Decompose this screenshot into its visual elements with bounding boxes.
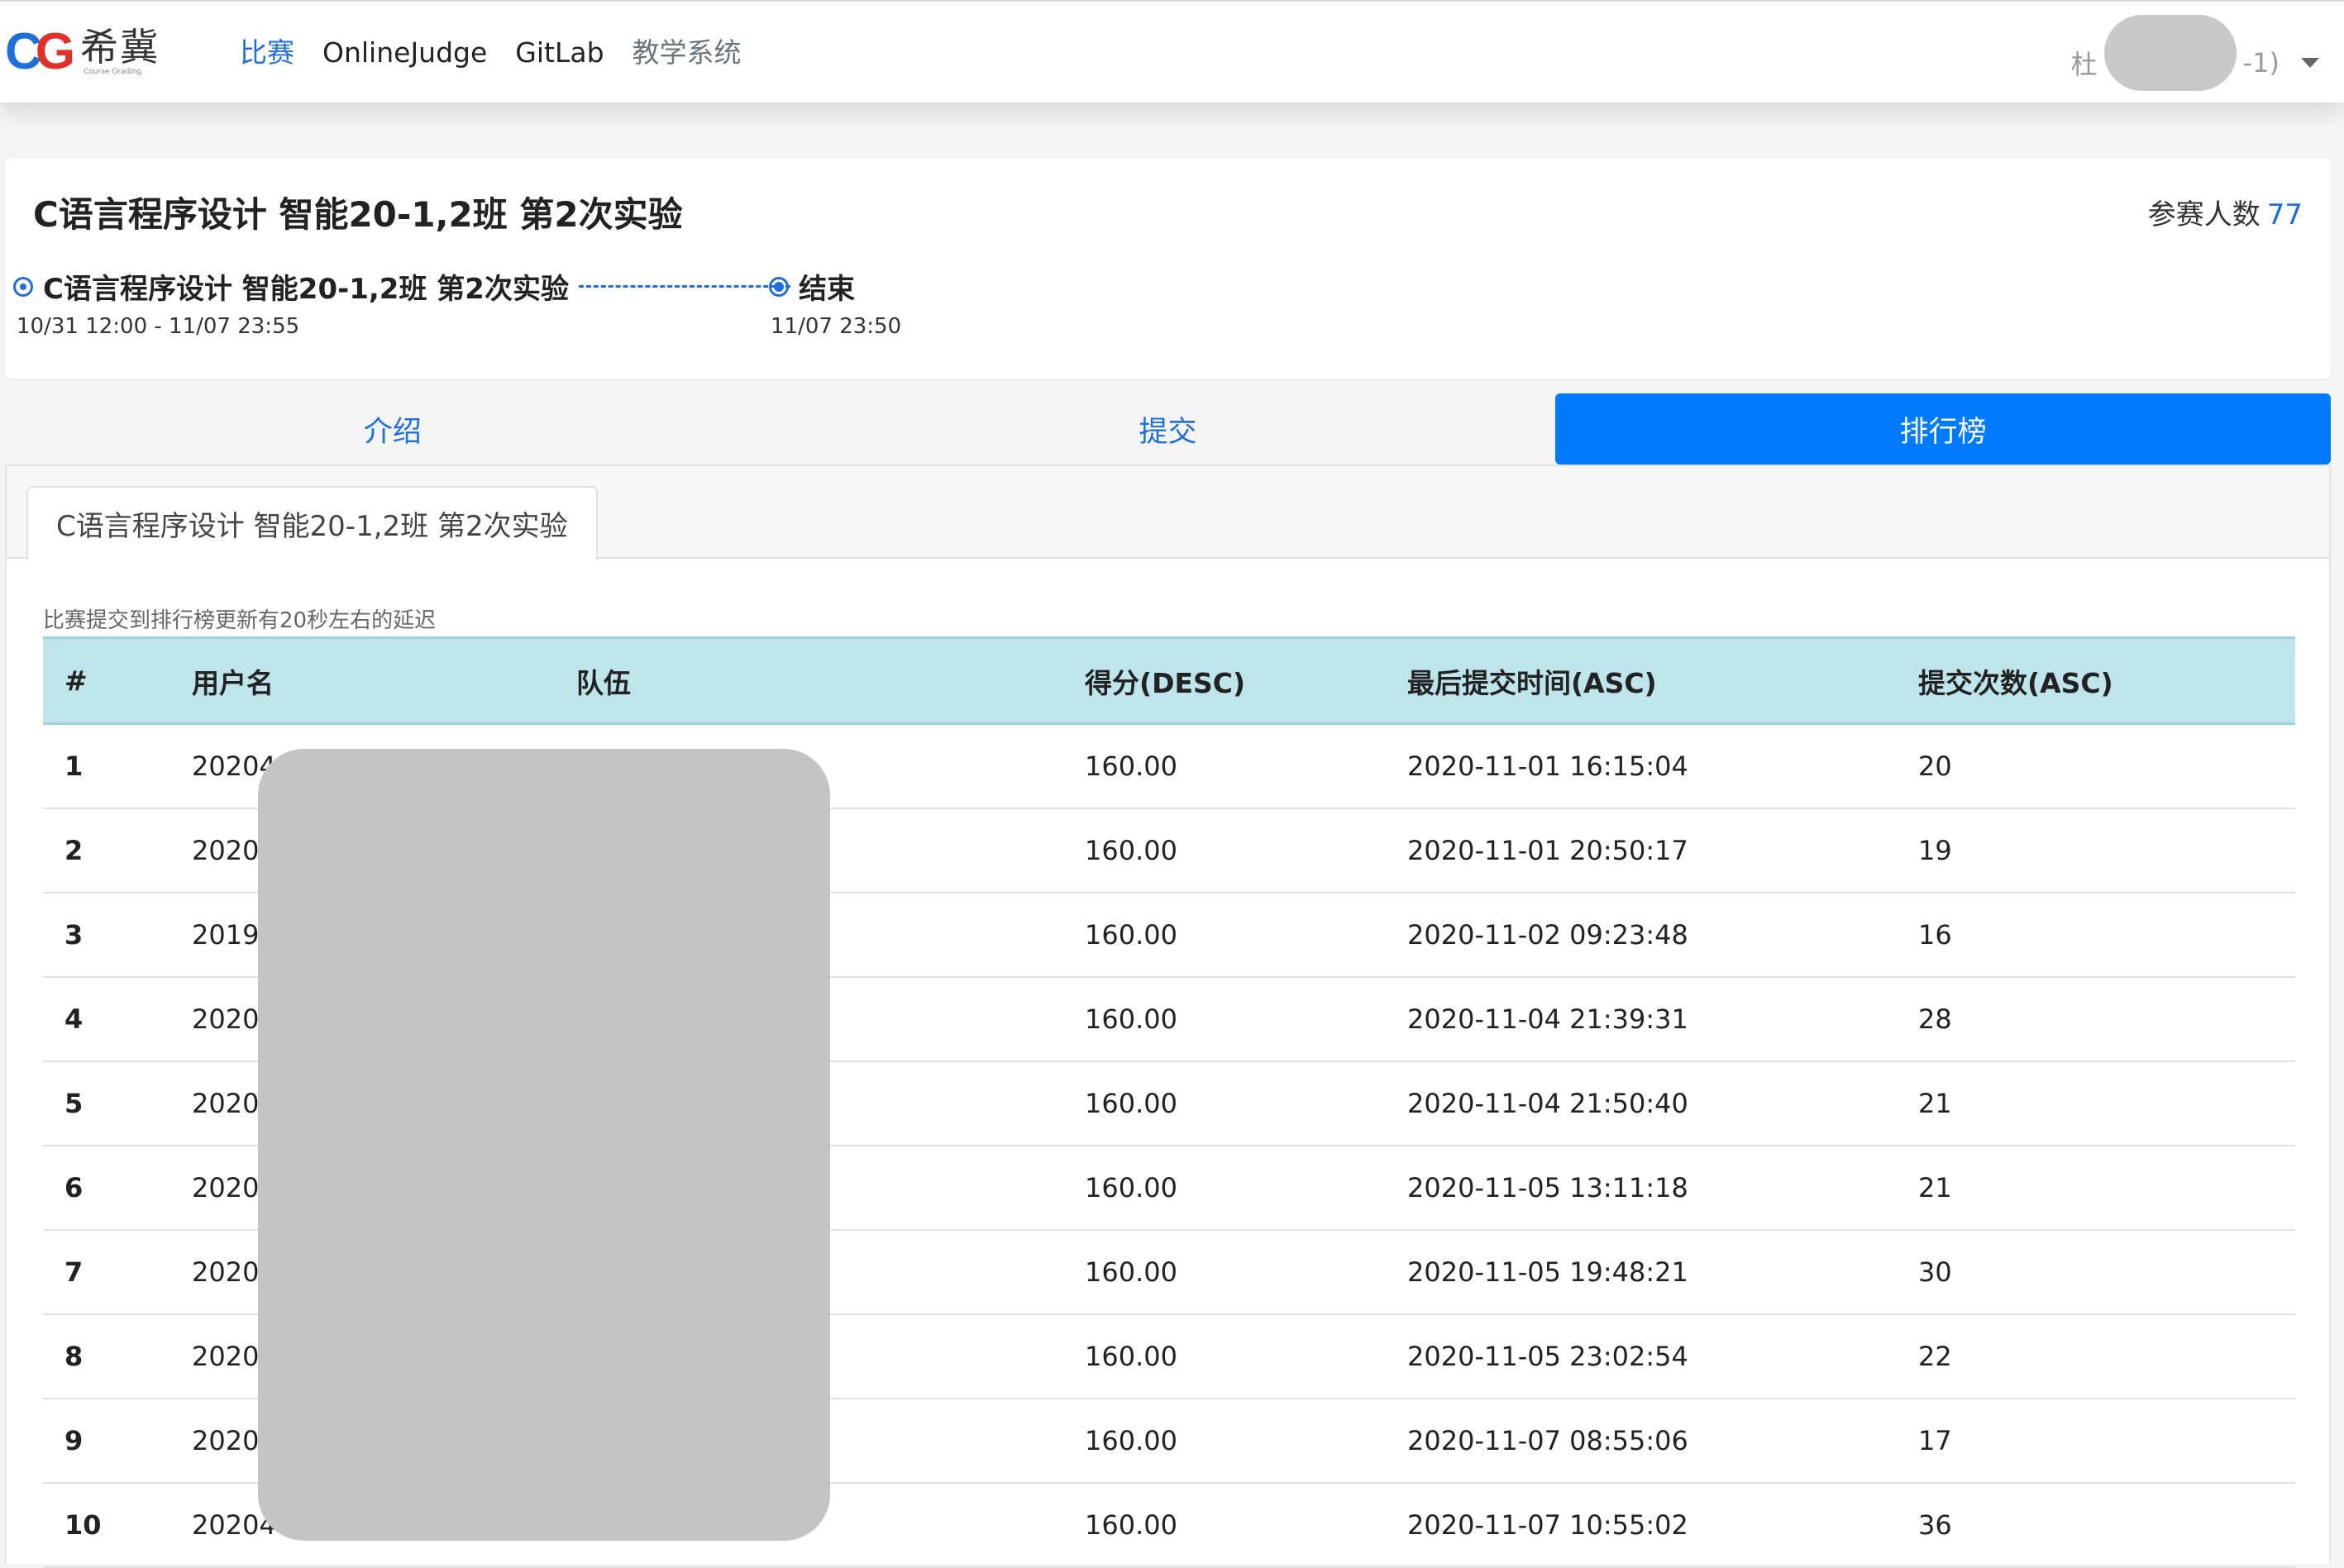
timeline-dot-icon xyxy=(769,276,789,297)
timeline-node-start: C语言程序设计 智能20-1,2班 第2次实验 xyxy=(13,266,790,307)
cell-rank: 5 xyxy=(43,1060,192,1146)
cell-score: 160.00 xyxy=(1085,1398,1407,1484)
cell-submit-count: 19 xyxy=(1918,808,2295,894)
cell-rank: 9 xyxy=(43,1398,192,1484)
header-team[interactable]: 队伍 xyxy=(576,636,1085,725)
cell-last-submit-time: 2020-11-02 09:23:48 xyxy=(1407,892,1918,978)
cell-last-submit-time: 2020-11-07 10:55:02 xyxy=(1407,1482,1918,1568)
caret-down-icon[interactable] xyxy=(2301,58,2319,68)
tab-leaderboard[interactable]: 排行榜 xyxy=(1555,393,2332,465)
main-nav: 比赛 OnlineJudge GitLab 教学系统 xyxy=(240,35,742,71)
cell-score: 160.00 xyxy=(1085,1145,1407,1231)
header-username[interactable]: 用户名 xyxy=(192,636,576,725)
user-menu[interactable]: 杜 -1) xyxy=(2070,15,2319,91)
table-header-row: # 用户名 队伍 得分(DESC) 最后提交时间(ASC) 提交次数(ASC) xyxy=(43,636,2295,725)
cell-last-submit-time: 2020-11-07 08:55:06 xyxy=(1407,1398,1918,1484)
cell-score: 160.00 xyxy=(1085,892,1407,978)
timeline-node-label: C语言程序设计 智能20-1,2班 第2次实验 xyxy=(43,273,569,306)
cell-score: 160.00 xyxy=(1085,1313,1407,1399)
cell-rank: 8 xyxy=(43,1313,192,1399)
cell-submit-count: 17 xyxy=(1918,1398,2295,1484)
cell-submit-count: 21 xyxy=(1918,1060,2295,1146)
cell-rank: 10 xyxy=(43,1482,192,1568)
cell-rank: 4 xyxy=(43,976,192,1062)
cell-submit-count: 36 xyxy=(1918,1482,2295,1568)
tab-intro[interactable]: 介绍 xyxy=(5,393,781,465)
participants-label: 参赛人数 xyxy=(2147,198,2260,231)
timeline-node-time: 10/31 12:00 - 11/07 23:55 xyxy=(17,314,300,339)
timeline-node-end: 结束 xyxy=(769,266,855,307)
participants-count: 参赛人数 77 xyxy=(2148,192,2303,232)
cell-last-submit-time: 2020-11-01 20:50:17 xyxy=(1407,808,1918,894)
cell-rank: 6 xyxy=(43,1145,192,1231)
redacted-username xyxy=(2103,15,2237,91)
cell-score: 160.00 xyxy=(1085,808,1407,894)
redaction-overlay xyxy=(258,749,830,1541)
cell-rank: 7 xyxy=(43,1229,192,1315)
header-last-submit-time[interactable]: 最后提交时间(ASC) xyxy=(1407,636,1918,725)
user-name-prefix: 杜 xyxy=(2070,49,2098,80)
tab-submissions[interactable]: 提交 xyxy=(781,393,1556,465)
cell-rank: 3 xyxy=(43,892,192,978)
cell-submit-count: 20 xyxy=(1918,723,2295,809)
timeline-dot-icon xyxy=(13,276,33,297)
nav-item-gitlab[interactable]: GitLab xyxy=(515,35,604,71)
user-name-suffix: -1) xyxy=(2242,47,2280,79)
nav-item-contest[interactable]: 比赛 xyxy=(240,35,294,71)
cell-submit-count: 16 xyxy=(1918,892,2295,978)
nav-item-teaching-system[interactable]: 教学系统 xyxy=(633,35,742,71)
cell-last-submit-time: 2020-11-05 19:48:21 xyxy=(1407,1229,1918,1315)
participants-number: 77 xyxy=(2266,198,2303,231)
contest-title: C语言程序设计 智能20-1,2班 第2次实验 xyxy=(33,194,683,235)
header-rank[interactable]: # xyxy=(43,636,192,725)
cell-last-submit-time: 2020-11-01 16:15:04 xyxy=(1407,723,1918,809)
cell-last-submit-time: 2020-11-04 21:39:31 xyxy=(1407,976,1918,1062)
cell-submit-count: 22 xyxy=(1918,1313,2295,1399)
logo-text: 希冀 Course Grading xyxy=(80,26,160,76)
header-submit-count[interactable]: 提交次数(ASC) xyxy=(1918,636,2295,725)
cell-score: 160.00 xyxy=(1085,976,1407,1062)
logo-chinese-name: 希冀 xyxy=(80,25,160,69)
timeline-dashed-line xyxy=(578,285,790,288)
cell-rank: 1 xyxy=(43,723,192,809)
cell-submit-count: 28 xyxy=(1918,976,2295,1062)
cell-score: 160.00 xyxy=(1085,723,1407,809)
cell-score: 160.00 xyxy=(1085,1482,1407,1568)
cell-score: 160.00 xyxy=(1085,1060,1407,1146)
logo-english-name: Course Grading xyxy=(84,68,142,76)
cell-submit-count: 30 xyxy=(1918,1229,2295,1315)
timeline-node-time: 11/07 23:50 xyxy=(771,314,902,339)
leaderboard-subtabs: C语言程序设计 智能20-1,2班 第2次实验 xyxy=(7,466,2329,560)
cell-last-submit-time: 2020-11-05 13:11:18 xyxy=(1407,1145,1918,1231)
subtab-contest[interactable]: C语言程序设计 智能20-1,2班 第2次实验 xyxy=(26,486,598,560)
update-delay-notice: 比赛提交到排行榜更新有20秒左右的延迟 xyxy=(43,608,437,633)
site-logo[interactable]: CG 希冀 Course Grading xyxy=(5,26,160,84)
cell-rank: 2 xyxy=(43,808,192,894)
cell-submit-count: 21 xyxy=(1918,1145,2295,1231)
header-score[interactable]: 得分(DESC) xyxy=(1085,636,1407,725)
top-navbar: CG 希冀 Course Grading 比赛 OnlineJudge GitL… xyxy=(0,0,2344,102)
cell-last-submit-time: 2020-11-05 23:02:54 xyxy=(1407,1313,1918,1399)
logo-mark: CG xyxy=(5,23,75,80)
cell-last-submit-time: 2020-11-04 21:50:40 xyxy=(1407,1060,1918,1146)
cell-score: 160.00 xyxy=(1085,1229,1407,1315)
contest-tabs: 介绍 提交 排行榜 xyxy=(5,393,2332,465)
contest-header: C语言程序设计 智能20-1,2班 第2次实验 参赛人数 77 C语言程序设计 智… xyxy=(5,159,2331,379)
nav-item-onlinejudge[interactable]: OnlineJudge xyxy=(322,35,487,71)
timeline-node-label: 结束 xyxy=(799,273,855,306)
